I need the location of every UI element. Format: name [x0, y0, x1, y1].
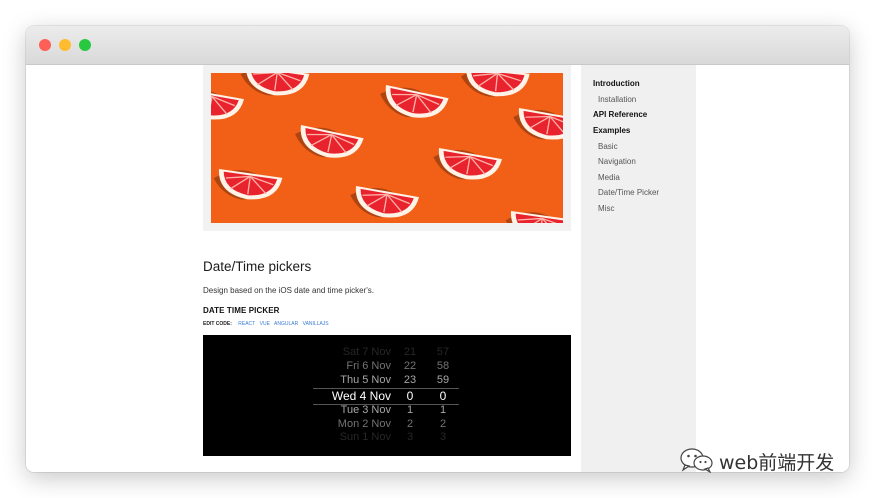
- edit-code-row: EDIT CODE: REACT VUE ANGULAR VANILLAJS: [203, 321, 332, 327]
- picker-row[interactable]: Sat 7 Nov 21 57: [203, 346, 571, 361]
- date-time-picker[interactable]: Sat 7 Nov 21 57 Fri 6 Nov 22 58 Thu 5 No…: [203, 335, 571, 456]
- picker-date: Fri 6 Nov: [346, 360, 391, 372]
- picker-date: Wed 4 Nov: [331, 389, 391, 403]
- picker-hour: 1: [406, 404, 414, 416]
- picker-hour: 3: [406, 431, 414, 443]
- minimize-window-button[interactable]: [59, 39, 71, 51]
- sidebar-item-basic[interactable]: Basic: [598, 142, 618, 151]
- picker-selected-row[interactable]: Wed 4 Nov 0 0: [203, 389, 571, 404]
- example-title: DATE TIME PICKER: [203, 306, 280, 315]
- picker-date: Thu 5 Nov: [340, 374, 391, 386]
- browser-window: Date/Time pickers Design based on the iO…: [26, 26, 849, 472]
- window-titlebar: [26, 26, 849, 65]
- edit-link-react[interactable]: REACT: [238, 321, 255, 327]
- picker-row[interactable]: Tue 3 Nov 1 1: [203, 404, 571, 419]
- picker-hour: 2: [406, 418, 414, 430]
- picker-row[interactable]: Thu 5 Nov 23 59: [203, 374, 571, 389]
- wechat-watermark: web前端开发: [679, 447, 859, 474]
- picker-minute: 1: [439, 404, 447, 416]
- picker-minute: 57: [436, 346, 450, 358]
- wechat-icon: [680, 448, 713, 473]
- page-heading: Date/Time pickers: [203, 259, 312, 274]
- edit-link-vanillajs[interactable]: VANILLAJS: [303, 321, 329, 327]
- sidebar-item-media[interactable]: Media: [598, 173, 620, 182]
- picker-minute: 59: [436, 374, 450, 386]
- picker-hour: 22: [403, 360, 417, 372]
- picker-date: Tue 3 Nov: [340, 404, 391, 416]
- picker-date: Sun 1 Nov: [339, 431, 391, 443]
- close-window-button[interactable]: [39, 39, 51, 51]
- edit-link-angular[interactable]: ANGULAR: [274, 321, 298, 327]
- edit-link-vue[interactable]: VUE: [260, 321, 270, 327]
- edit-code-label: EDIT CODE:: [203, 321, 232, 327]
- picker-minute: 0: [439, 389, 447, 403]
- section-description: Design based on the iOS date and time pi…: [203, 286, 374, 295]
- sidebar-item-date-time-picker[interactable]: Date/Time Picker: [598, 188, 659, 197]
- sidebar-item-misc[interactable]: Misc: [598, 204, 614, 213]
- picker-minute: 3: [439, 431, 447, 443]
- picker-hour: 21: [403, 346, 417, 358]
- sidebar-item-installation[interactable]: Installation: [598, 95, 636, 104]
- hero-image: [211, 73, 563, 223]
- picker-hour: 23: [403, 374, 417, 386]
- sidebar-item-introduction[interactable]: Introduction: [593, 79, 640, 88]
- maximize-window-button[interactable]: [79, 39, 91, 51]
- hero-image-frame: [203, 65, 571, 231]
- docs-sidebar: Introduction Installation API Reference …: [581, 65, 696, 472]
- picker-row[interactable]: Fri 6 Nov 22 58: [203, 360, 571, 375]
- watermark-text: web前端开发: [719, 452, 835, 474]
- picker-date: Sat 7 Nov: [342, 346, 391, 358]
- picker-minute: 2: [439, 418, 447, 430]
- grapefruit-slices-illustration: [211, 73, 563, 223]
- picker-date: Mon 2 Nov: [337, 418, 391, 430]
- picker-hour: 0: [406, 389, 414, 403]
- picker-row[interactable]: Sun 1 Nov 3 3: [203, 431, 571, 446]
- page-content: Date/Time pickers Design based on the iO…: [26, 65, 849, 472]
- picker-minute: 58: [436, 360, 450, 372]
- sidebar-item-navigation[interactable]: Navigation: [598, 157, 636, 166]
- sidebar-item-api-reference[interactable]: API Reference: [593, 110, 647, 119]
- sidebar-item-examples[interactable]: Examples: [593, 126, 630, 135]
